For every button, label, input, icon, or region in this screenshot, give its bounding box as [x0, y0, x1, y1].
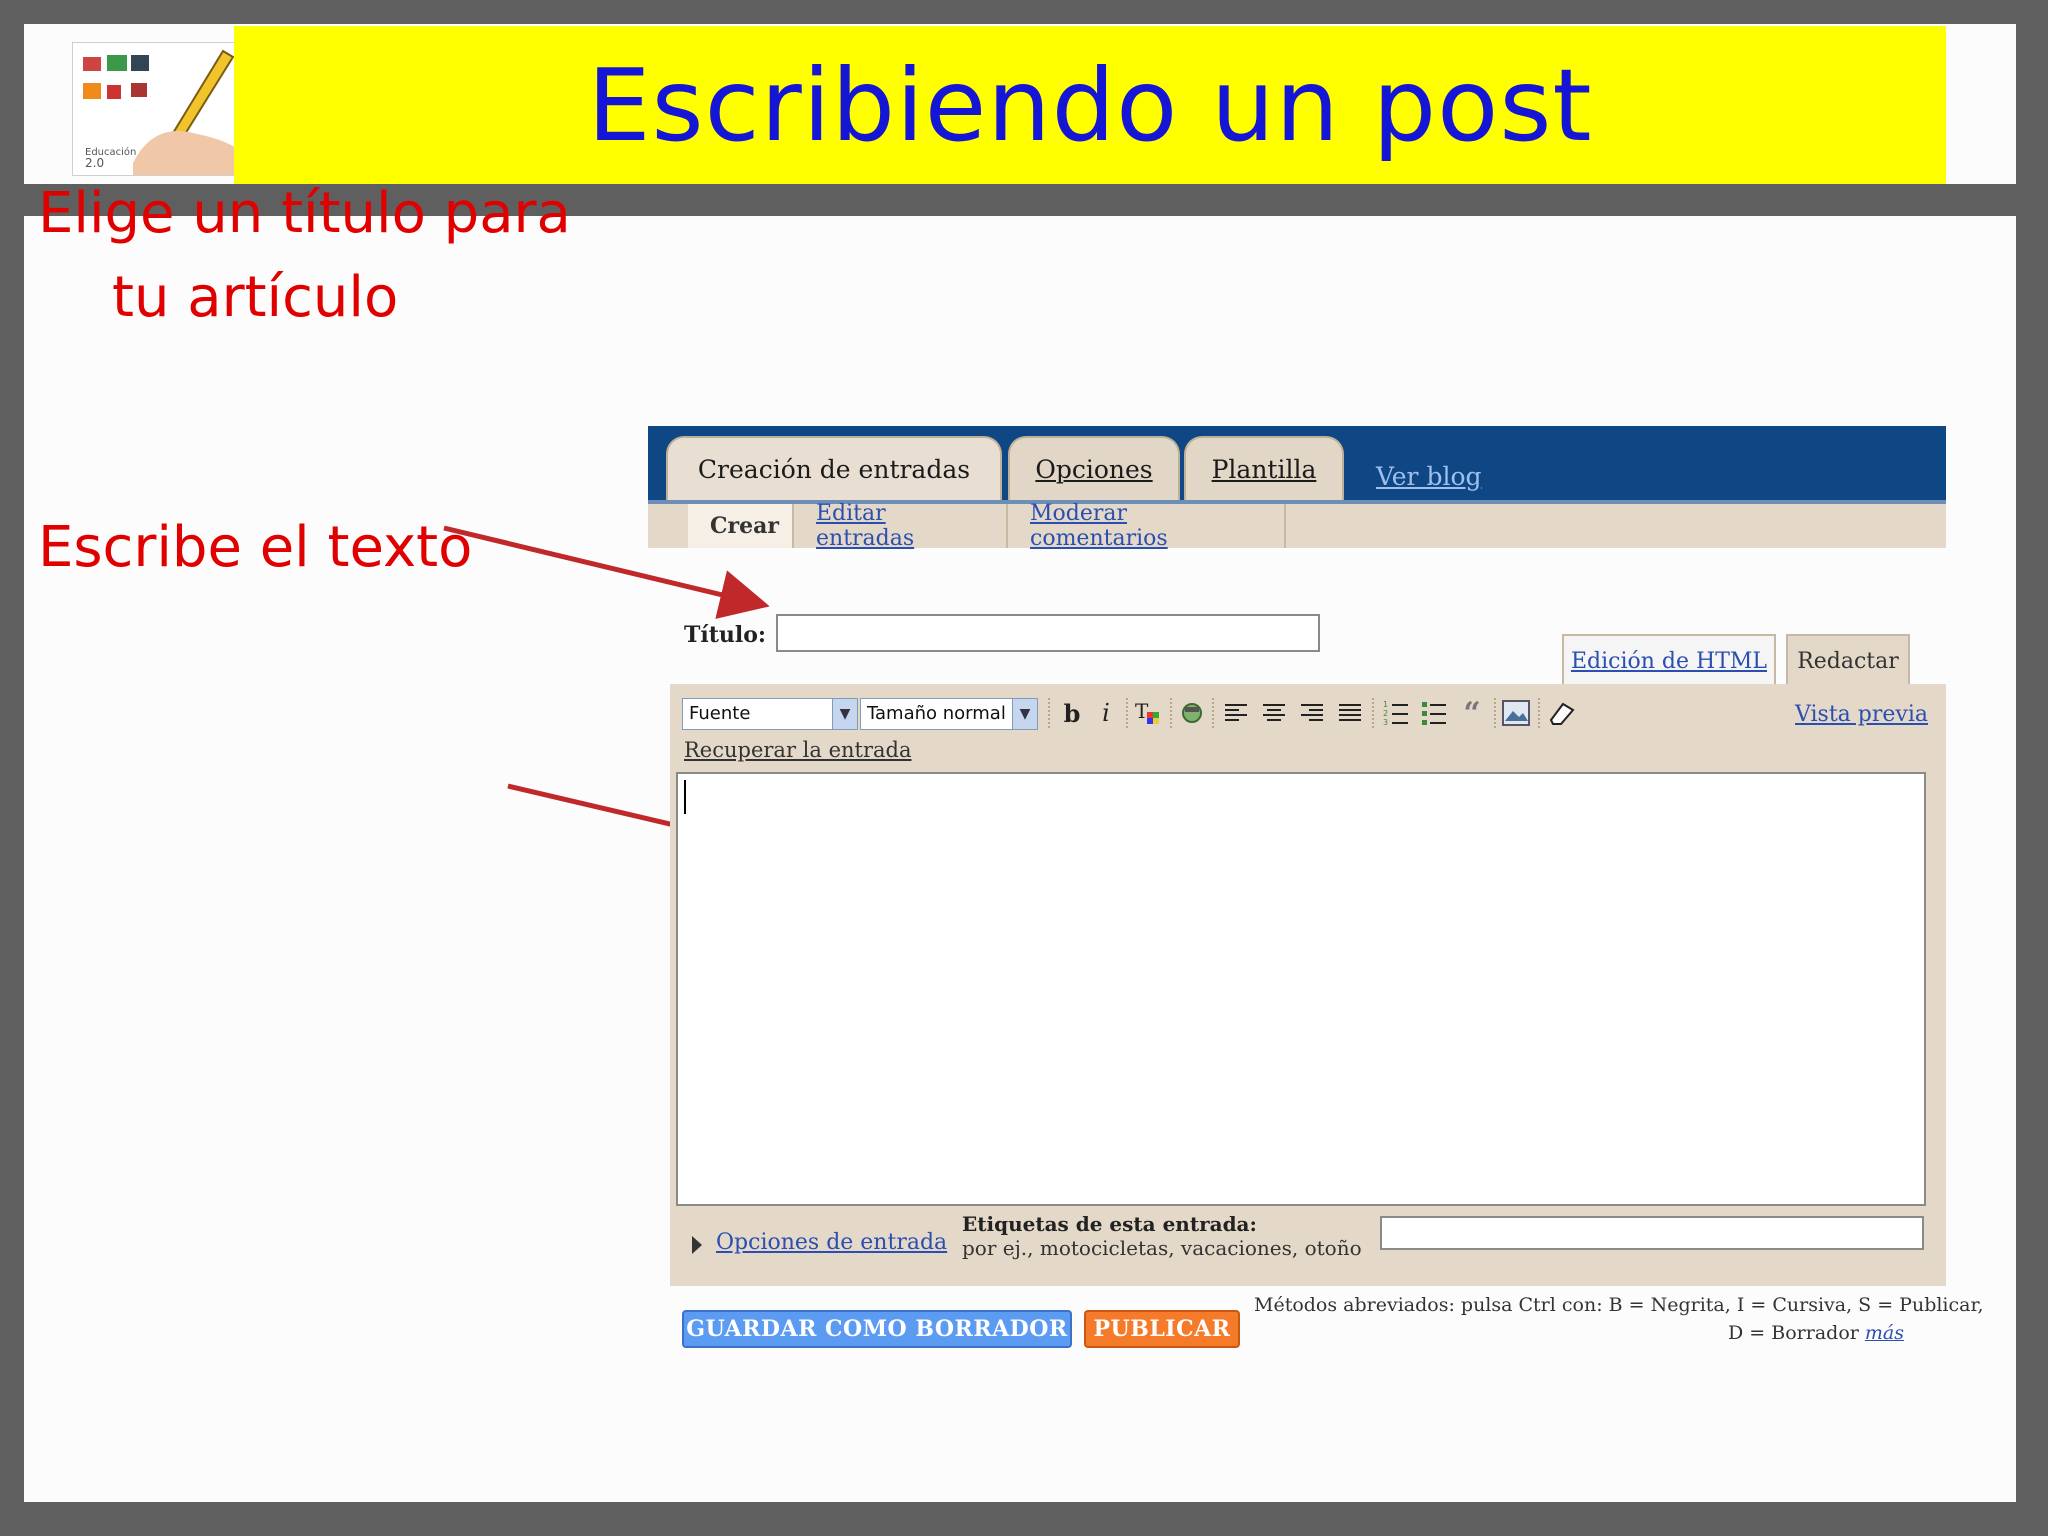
toolbar-separator	[1494, 698, 1496, 728]
guardar-borrador-button[interactable]: GUARDAR COMO BORRADOR	[682, 1310, 1072, 1348]
subnav-editar-entradas[interactable]: Editar entradas	[794, 501, 1008, 551]
svg-text:T: T	[1135, 699, 1149, 723]
callout-title-line2: tu artículo	[112, 265, 399, 330]
subnav-crear[interactable]: Crear	[688, 504, 794, 548]
bullet-list-icon[interactable]	[1418, 696, 1450, 730]
size-select-value: Tamaño normal	[867, 703, 1006, 724]
publicar-button[interactable]: PUBLICAR	[1084, 1310, 1240, 1348]
slide-header: Educación 2.0 Escribiendo un post	[24, 24, 2016, 184]
numbered-list-icon[interactable]: 123	[1380, 696, 1412, 730]
svg-text:2: 2	[1383, 709, 1388, 718]
italic-icon[interactable]: i	[1090, 696, 1122, 730]
clear-format-icon[interactable]	[1546, 696, 1578, 730]
chevron-down-icon: ▼	[1012, 699, 1037, 729]
align-center-icon[interactable]	[1258, 696, 1290, 730]
post-body-editor[interactable]	[676, 772, 1926, 1206]
post-options-row: Opciones de entrada Etiquetas de esta en…	[670, 1206, 1946, 1286]
etiquetas-label: Etiquetas de esta entrada:	[962, 1212, 1257, 1236]
toolbar-separator	[1372, 698, 1374, 728]
tab-redactar[interactable]: Redactar	[1786, 634, 1910, 686]
toolbar-separator	[1126, 698, 1128, 728]
chevron-down-icon: ▼	[832, 699, 857, 729]
align-right-icon[interactable]	[1296, 696, 1328, 730]
tab-edicion-html[interactable]: Edición de HTML	[1562, 634, 1776, 686]
titulo-label: Título:	[684, 622, 767, 648]
insert-image-icon[interactable]	[1500, 696, 1532, 730]
toolbar-separator	[1048, 698, 1050, 728]
top-tab-bar: Creación de entradas Opciones Plantilla …	[648, 426, 1946, 504]
tab-plantilla-label: Plantilla	[1211, 454, 1317, 484]
font-select-value: Fuente	[689, 703, 751, 724]
toolbar-separator	[1212, 698, 1214, 728]
subnav-moderar-comentarios[interactable]: Moderar comentarios	[1008, 501, 1286, 551]
blockquote-icon[interactable]: “	[1456, 696, 1488, 731]
logo-image: Educación 2.0	[72, 42, 250, 176]
text-color-icon[interactable]: T	[1132, 696, 1164, 730]
svg-text:1: 1	[1383, 700, 1388, 709]
opciones-entrada-link[interactable]: Opciones de entrada	[716, 1230, 947, 1255]
justify-icon[interactable]	[1334, 696, 1366, 730]
title-band: Escribiendo un post	[234, 26, 1946, 184]
shortcuts-text-draft: D = Borrador	[1728, 1322, 1859, 1344]
shortcuts-more-link[interactable]: más	[1865, 1322, 1904, 1344]
svg-text:3: 3	[1383, 718, 1388, 727]
recuperar-entrada-link[interactable]: Recuperar la entrada	[684, 738, 912, 762]
ver-blog-link[interactable]: Ver blog	[1376, 462, 1482, 491]
editor-panel: Fuente ▼ Tamaño normal ▼ b i T 1 2 3 “ V…	[670, 684, 1946, 1286]
text-caret	[684, 780, 686, 814]
etiquetas-hint: por ej., motocicletas, vacaciones, otoño	[962, 1236, 1362, 1260]
tab-plantilla[interactable]: Plantilla	[1184, 436, 1344, 500]
toolbar-separator	[1170, 698, 1172, 728]
align-left-icon[interactable]	[1220, 696, 1252, 730]
tab-opciones[interactable]: Opciones	[1008, 436, 1180, 500]
svg-text:2.0: 2.0	[85, 156, 104, 170]
expand-triangle-icon[interactable]	[692, 1236, 702, 1254]
toolbar-separator	[1538, 698, 1540, 728]
tab-creacion-entradas[interactable]: Creación de entradas	[666, 436, 1002, 500]
blogger-editor-screenshot: Creación de entradas Opciones Plantilla …	[648, 426, 1984, 1356]
tab-opciones-label: Opciones	[1035, 454, 1153, 484]
vista-previa-link[interactable]: Vista previa	[1795, 702, 1928, 727]
font-select[interactable]: Fuente ▼	[682, 698, 858, 730]
slide-title: Escribiendo un post	[587, 46, 1593, 164]
callout-title-line1: Elige un título para	[38, 181, 571, 246]
shortcuts-text-line2: D = Borrador más	[1728, 1322, 1904, 1344]
callout-write-text: Escribe el texto	[38, 515, 473, 580]
shortcuts-text-line1: Métodos abreviados: pulsa Ctrl con: B = …	[1254, 1294, 1984, 1316]
bold-icon[interactable]: b	[1056, 696, 1088, 730]
editor-toolbar: Fuente ▼ Tamaño normal ▼ b i T 1 2 3 “ V…	[670, 684, 1946, 742]
link-icon[interactable]	[1176, 696, 1208, 730]
etiquetas-input[interactable]	[1380, 1216, 1924, 1250]
callout-choose-title: Elige un título para tu artículo	[38, 172, 598, 340]
size-select[interactable]: Tamaño normal ▼	[860, 698, 1038, 730]
sub-navigation: Crear Editar entradas Moderar comentario…	[648, 501, 1946, 551]
titulo-input[interactable]	[776, 614, 1320, 652]
